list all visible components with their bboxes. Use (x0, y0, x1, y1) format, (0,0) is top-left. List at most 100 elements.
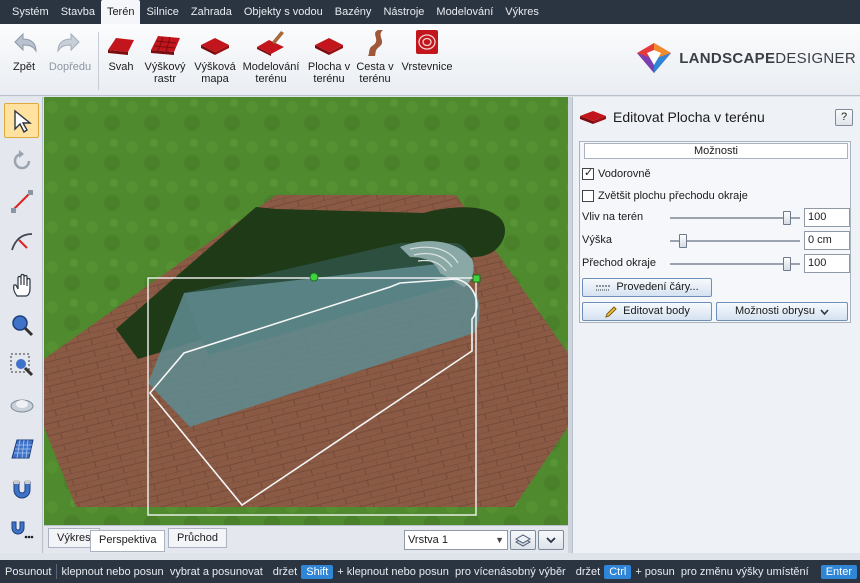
status-bar: Posunout klepnout nebo posun vybrat a po… (0, 560, 860, 583)
edit-points-button[interactable]: Editovat body (582, 302, 712, 321)
menu-modeling[interactable]: Modelování (430, 0, 499, 24)
slope-button[interactable]: Svah (104, 28, 138, 73)
rotate-icon (13, 149, 30, 169)
enlarge-edge-label: Zvětšit plochu přechodu okraje (598, 190, 748, 202)
layer-select-value: Vrstva 1 (408, 534, 448, 546)
resize-handle[interactable] (472, 274, 481, 283)
panel-header: Editovat Plocha v terénu ? (573, 97, 860, 137)
help-button[interactable]: ? (835, 109, 853, 126)
menu-water-objects[interactable]: Objekty s vodou (238, 0, 329, 24)
enlarge-edge-checkbox-row[interactable]: Zvětšit plochu přechodu okraje (582, 188, 748, 204)
layers-button[interactable] (510, 530, 536, 550)
layer-select[interactable]: Vrstva 1 ▼ (404, 530, 508, 550)
menu-tools[interactable]: Nástroje (377, 0, 430, 24)
pan-tool[interactable] (4, 267, 39, 302)
logo-text: LANDSCAPEDESIGNER (679, 49, 856, 67)
outline-options-button[interactable]: Možnosti obrysu (716, 302, 848, 321)
menu-garden[interactable]: Zahrada (185, 0, 238, 24)
scene-canvas[interactable] (44, 97, 568, 525)
snap-tool[interactable] (4, 471, 39, 506)
undo-button[interactable]: Zpět (6, 28, 42, 73)
menu-building[interactable]: Stavba (55, 0, 101, 24)
magnet-options-icon (11, 521, 33, 538)
chevron-down-icon: ▼ (495, 535, 504, 545)
terrain-influence-input[interactable]: 100 (804, 208, 850, 227)
hand-icon (12, 273, 31, 297)
menu-drawing[interactable]: Výkres (499, 0, 545, 24)
status-spacer (0, 553, 860, 560)
layers-dropdown-button[interactable] (538, 530, 564, 550)
select-tool[interactable] (4, 103, 39, 138)
tab-perspective[interactable]: Perspektiva (90, 530, 166, 552)
view-tool[interactable] (4, 387, 39, 422)
edge-transition-thumb[interactable] (783, 257, 791, 271)
properties-panel: Editovat Plocha v terénu ? Možnosti Vodo… (572, 97, 860, 553)
zoom-window-tool[interactable] (4, 347, 39, 382)
terrain-modeling-button[interactable]: Modelování terénu (242, 28, 300, 85)
terrain-path-icon (368, 30, 383, 56)
redo-icon (57, 32, 80, 53)
line-style-label: Provedení čáry... (616, 281, 699, 293)
options-title: Možnosti (584, 143, 848, 159)
snap-options-tool[interactable] (4, 511, 39, 546)
layers-icon (515, 534, 531, 547)
undo-label: Zpět (12, 61, 35, 73)
enter-key-badge: Enter (820, 564, 858, 579)
contour-icon (416, 30, 438, 54)
menu-roads[interactable]: Silnice (140, 0, 184, 24)
menu-pools[interactable]: Bazény (329, 0, 378, 24)
pencil-icon (605, 305, 617, 318)
contour-button[interactable]: Vrstevnice (400, 28, 454, 73)
magnet-icon (13, 479, 30, 498)
landscape-designer-logo: LANDSCAPEDESIGNER (635, 38, 856, 78)
dashed-line-icon (596, 285, 611, 290)
measure-line-icon (10, 189, 33, 213)
redo-button[interactable]: Dopředu (46, 28, 94, 73)
horizontal-checkbox-row[interactable]: Vodorovně (582, 166, 651, 182)
measure-tool[interactable] (4, 183, 39, 218)
height-track[interactable] (670, 240, 800, 242)
eye-view-icon (10, 399, 33, 412)
height-input[interactable]: 0 cm (804, 231, 850, 250)
terrain-influence-thumb[interactable] (783, 211, 791, 225)
edge-transition-input[interactable]: 100 (804, 254, 850, 273)
rotate-tool[interactable] (4, 143, 39, 178)
status-hint-select: vybrat a posunovat (169, 565, 263, 578)
height-thumb[interactable] (679, 234, 687, 248)
edge-transition-track[interactable] (670, 263, 800, 265)
shift-key-badge: Shift (301, 564, 334, 579)
left-toolbar (0, 97, 43, 553)
edge-transition-label: Přechod okraje (582, 257, 656, 269)
height-grid-label: Výškový rastr (144, 61, 186, 85)
arc-tool[interactable] (4, 223, 39, 258)
edit-points-label: Editovat body (623, 305, 690, 317)
slope-icon (108, 38, 134, 55)
status-hint-shift-click: + klepnout nebo posun (337, 565, 449, 578)
horizontal-checkbox[interactable] (582, 166, 594, 180)
rotate-handle[interactable] (309, 272, 319, 282)
height-grid-button[interactable]: Výškový rastr (142, 28, 188, 85)
line-style-button[interactable]: Provedení čáry... (582, 278, 712, 297)
terrain-area-button[interactable]: Plocha v terénu (306, 28, 352, 85)
terrain-influence-track[interactable] (670, 217, 800, 219)
enlarge-edge-checkbox[interactable] (582, 190, 594, 202)
status-hold-label: držet (272, 565, 298, 578)
height-map-button[interactable]: Výšková mapa (194, 28, 236, 85)
redo-label: Dopředu (48, 61, 92, 73)
terrain-influence-row: Vliv na terén 100 (582, 208, 850, 228)
arc-measure-icon (10, 232, 32, 250)
menu-terrain[interactable]: Terén (100, 0, 141, 24)
tab-walkthrough[interactable]: Průchod (168, 528, 227, 548)
grid-tool[interactable] (4, 431, 39, 466)
status-hold-label: držet (575, 565, 601, 578)
status-hint-ctrl-drag: + posun (635, 565, 675, 578)
terrain-path-button[interactable]: Cesta v terénu (354, 28, 396, 85)
terrain-influence-label: Vliv na terén (582, 211, 644, 223)
menu-system[interactable]: Systém (6, 0, 55, 24)
zoom-tool[interactable] (4, 307, 39, 342)
status-hint-height: pro změnu výšky umístění (680, 565, 809, 578)
status-hint-click: klepnout nebo posun (61, 565, 164, 578)
ribbon-separator (98, 32, 99, 90)
horizontal-label: Vodorovně (598, 168, 651, 180)
perspective-viewport[interactable] (44, 97, 568, 525)
